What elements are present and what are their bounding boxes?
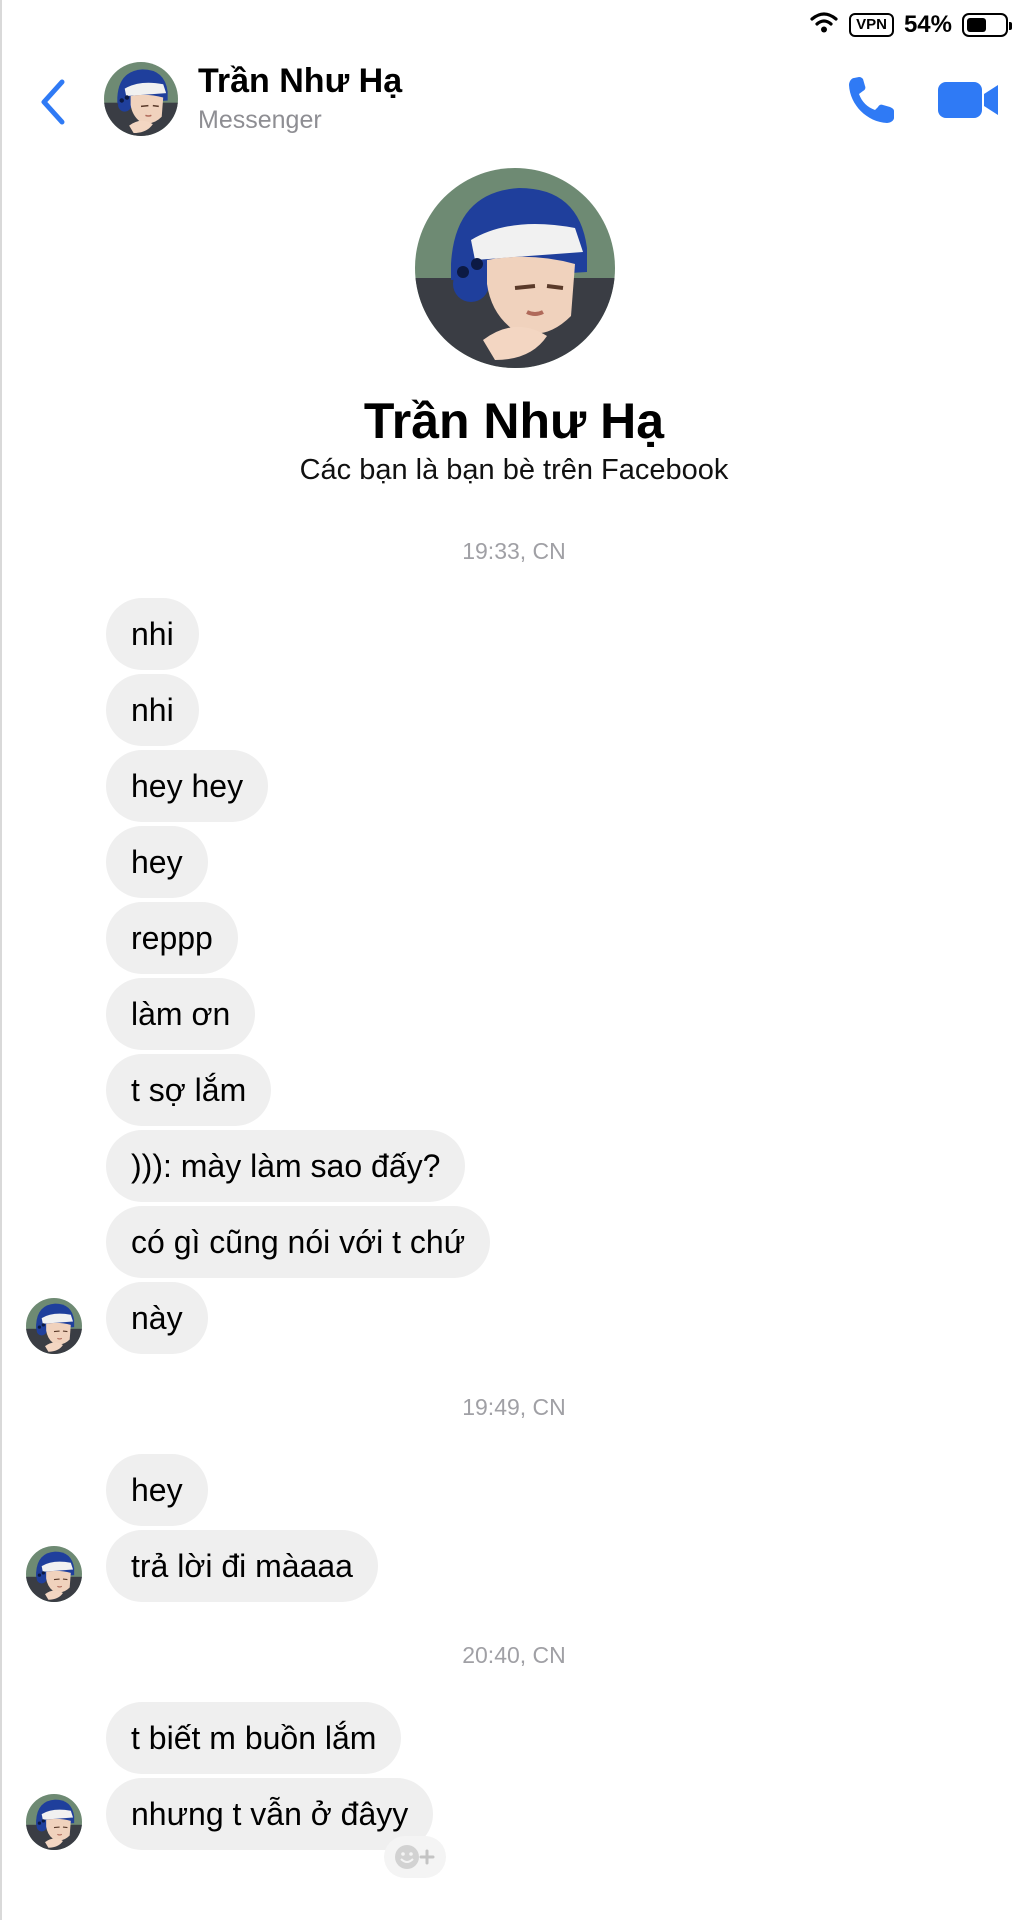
- message-bubble[interactable]: t sợ lắm: [106, 1054, 272, 1126]
- profile-friend-status: Các bạn là bạn bè trên Facebook: [299, 454, 729, 486]
- message-timestamp: 19:49, CN: [462, 1394, 566, 1420]
- battery-level-fill: [967, 17, 987, 32]
- vpn-badge: VPN: [849, 12, 894, 37]
- add-reaction-button[interactable]: [384, 1836, 446, 1878]
- avatar-image: [415, 168, 615, 368]
- message-timestamp: 20:40, CN: [462, 1642, 566, 1668]
- status-bar: VPN 54%: [0, 0, 1028, 48]
- voice-call-button[interactable]: [844, 72, 900, 128]
- avatar-image: [26, 1546, 82, 1602]
- message-bubble[interactable]: hey hey: [106, 750, 269, 822]
- profile-name: Trần Như Hạ: [363, 393, 665, 449]
- contact-name[interactable]: Trần Như Hạ: [198, 62, 402, 101]
- avatar-image: [104, 62, 178, 136]
- back-button[interactable]: [30, 74, 74, 130]
- sender-avatar[interactable]: [26, 1794, 82, 1850]
- conversation-header: Trần Như Hạ Messenger: [0, 48, 1028, 158]
- message-bubble[interactable]: nhưng t vẫn ở đâyy: [106, 1778, 434, 1850]
- smiley-plus-icon: [395, 1845, 435, 1869]
- message-bubble[interactable]: này: [106, 1282, 208, 1354]
- message-bubble[interactable]: hey: [106, 1454, 208, 1526]
- status-indicators: VPN 54%: [809, 10, 1012, 39]
- message-bubble[interactable]: ))): mày làm sao đấy?: [106, 1130, 466, 1202]
- message-bubble[interactable]: có gì cũng nói với t chứ: [106, 1206, 491, 1278]
- window-left-edge: [0, 0, 2, 1920]
- phone-icon: [849, 77, 894, 123]
- battery-icon: [962, 12, 1012, 37]
- message-bubble[interactable]: nhi: [106, 674, 199, 746]
- video-call-button[interactable]: [936, 76, 1000, 124]
- avatar-image: [26, 1794, 82, 1850]
- message-bubble[interactable]: reppp: [106, 902, 238, 974]
- avatar-image: [26, 1298, 82, 1354]
- chevron-left-icon: [41, 79, 65, 125]
- message-bubble[interactable]: hey: [106, 826, 208, 898]
- wifi-icon: [809, 10, 839, 39]
- message-timestamp: 19:33, CN: [462, 538, 566, 564]
- message-bubble[interactable]: trả lời đi màaaa: [106, 1530, 378, 1602]
- profile-avatar[interactable]: [415, 168, 615, 368]
- contact-avatar[interactable]: [104, 62, 178, 136]
- message-bubble[interactable]: làm ơn: [106, 978, 256, 1050]
- contact-subtitle: Messenger: [198, 106, 322, 134]
- battery-percentage: 54%: [903, 10, 952, 38]
- message-bubble[interactable]: nhi: [106, 598, 199, 670]
- sender-avatar[interactable]: [26, 1546, 82, 1602]
- sender-avatar[interactable]: [26, 1298, 82, 1354]
- message-bubble[interactable]: t biết m buồn lắm: [106, 1702, 402, 1774]
- video-camera-icon: [938, 82, 998, 118]
